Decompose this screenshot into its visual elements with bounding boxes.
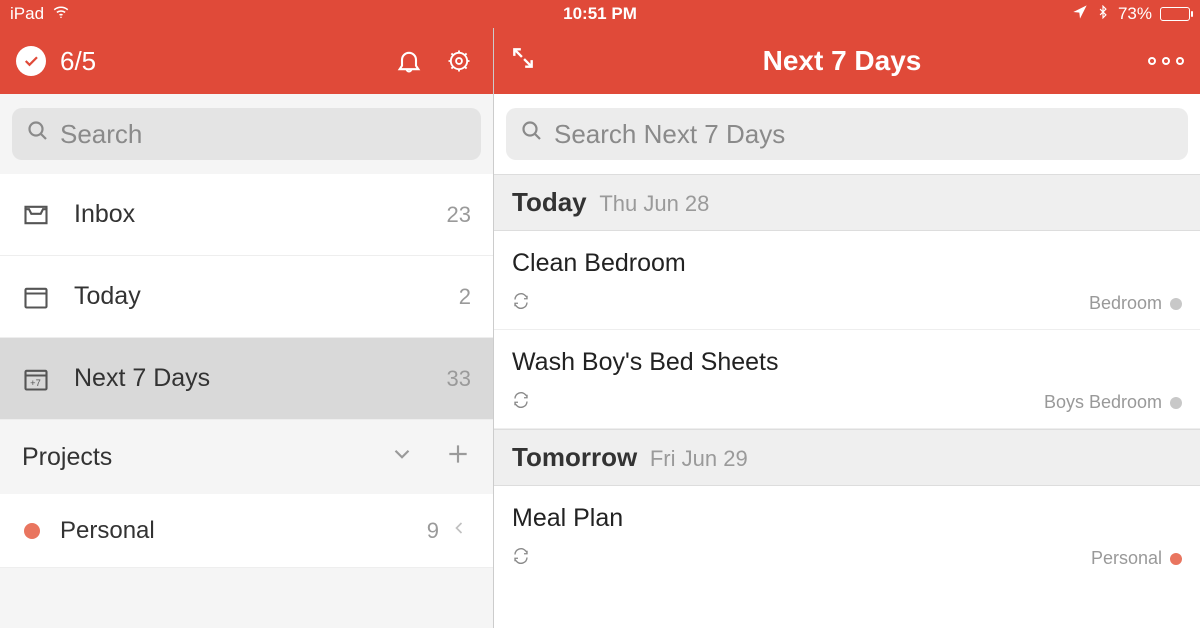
projects-label: Projects [22,443,359,472]
battery-icon [1160,7,1190,21]
recurring-icon [512,391,530,414]
nav-label: Today [74,282,459,311]
sidebar-header: 6/5 [0,28,493,94]
main-header: Next 7 Days [494,28,1200,94]
section-title: Today [512,187,587,217]
project-color-dot [24,523,40,539]
task-project-label: Boys Bedroom [1044,392,1162,413]
clock: 10:51 PM [563,4,637,24]
task-row[interactable]: Clean Bedroom Bedroom [494,231,1200,330]
nav-item-inbox[interactable]: Inbox 23 [0,174,493,256]
inbox-icon [22,201,58,229]
nav-item-next-7-days[interactable]: +7 Next 7 Days 33 [0,338,493,420]
status-bar: iPad 10:51 PM 73% [0,0,1200,28]
sidebar-search-placeholder: Search [60,119,142,150]
page-title: Next 7 Days [536,45,1148,77]
sidebar-search-input[interactable]: Search [12,108,481,160]
project-count: 9 [427,518,439,544]
nav-count: 33 [447,366,471,392]
project-label: Personal [60,517,427,545]
nav-label: Next 7 Days [74,364,447,393]
projects-heading[interactable]: Projects [0,420,493,494]
nav-count: 2 [459,284,471,310]
search-icon [26,119,50,150]
main-search-placeholder: Search Next 7 Days [554,119,785,150]
task-row[interactable]: Wash Boy's Bed Sheets Boys Bedroom [494,330,1200,429]
recurring-icon [512,292,530,315]
section-title: Tomorrow [512,442,637,472]
search-icon [520,119,544,150]
device-label: iPad [10,4,44,24]
project-color-dot [1170,397,1182,409]
expand-icon[interactable] [510,45,536,78]
recurring-icon [512,547,530,570]
task-name: Wash Boy's Bed Sheets [512,348,1182,377]
nav-item-today[interactable]: Today 2 [0,256,493,338]
task-project[interactable]: Personal [1091,548,1182,569]
battery-percent: 73% [1118,4,1152,24]
task-name: Clean Bedroom [512,249,1182,278]
more-options-button[interactable] [1148,57,1184,65]
add-project-button[interactable] [445,441,471,474]
nav-label: Inbox [74,200,447,229]
settings-gear-icon[interactable] [441,43,477,79]
project-color-dot [1170,553,1182,565]
location-icon [1072,4,1088,25]
section-date: Fri Jun 29 [650,446,748,471]
section-date: Thu Jun 28 [599,191,709,216]
task-project-label: Bedroom [1089,293,1162,314]
bluetooth-icon [1096,4,1110,24]
project-item-personal[interactable]: Personal 9 [0,494,493,568]
task-row[interactable]: Meal Plan Personal [494,486,1200,584]
wifi-icon [52,3,70,26]
karma-count[interactable]: 6/5 [60,46,96,77]
section-header-tomorrow: Tomorrow Fri Jun 29 [494,429,1200,486]
chevron-down-icon[interactable] [389,441,415,474]
main-pane: Next 7 Days Search Next 7 Days Today Thu… [494,28,1200,628]
nav-count: 23 [447,202,471,228]
main-search-input[interactable]: Search Next 7 Days [506,108,1188,160]
section-header-today: Today Thu Jun 28 [494,174,1200,231]
task-project-label: Personal [1091,548,1162,569]
notifications-icon[interactable] [391,43,427,79]
task-name: Meal Plan [512,504,1182,533]
sidebar-pane: 6/5 Search [0,28,494,628]
chevron-left-icon [449,517,469,545]
svg-text:+7: +7 [30,378,41,388]
task-project[interactable]: Boys Bedroom [1044,392,1182,413]
task-project[interactable]: Bedroom [1089,293,1182,314]
calendar-today-icon [22,283,58,311]
project-color-dot [1170,298,1182,310]
app-logo[interactable] [16,46,46,76]
calendar-week-icon: +7 [22,365,58,393]
